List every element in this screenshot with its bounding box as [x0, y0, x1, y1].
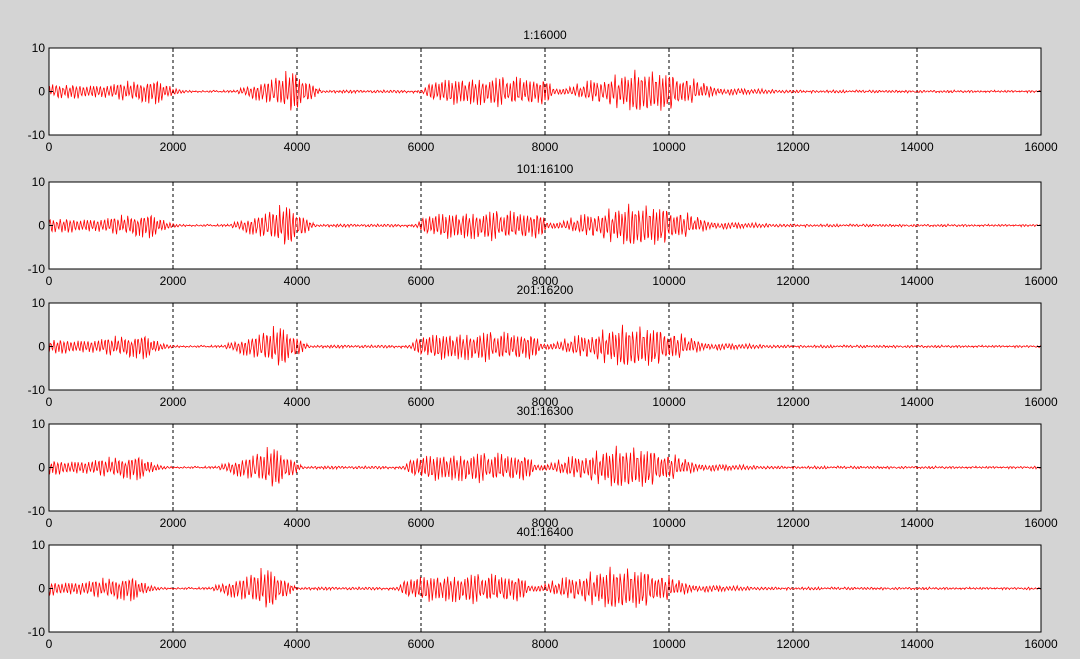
x-tick-label: 10000: [652, 637, 686, 651]
y-tick-label: 0: [38, 340, 45, 354]
y-tick-label: 0: [38, 461, 45, 475]
x-tick-label: 12000: [776, 274, 810, 288]
y-tick-label: -10: [28, 504, 46, 518]
y-tick-label: 10: [32, 296, 46, 310]
x-tick-label: 16000: [1024, 637, 1058, 651]
x-tick-label: 12000: [776, 395, 810, 409]
x-tick-label: 6000: [408, 140, 435, 154]
x-tick-label: 0: [46, 637, 53, 651]
subplot-title: 401:16400: [517, 525, 574, 539]
subplot-title: 201:16200: [517, 283, 574, 297]
y-tick-label: 0: [38, 219, 45, 233]
y-tick-label: -10: [28, 262, 46, 276]
x-tick-label: 4000: [284, 516, 311, 530]
x-tick-label: 14000: [900, 637, 934, 651]
x-tick-label: 14000: [900, 140, 934, 154]
x-tick-label: 2000: [160, 395, 187, 409]
x-tick-label: 2000: [160, 637, 187, 651]
x-tick-label: 2000: [160, 516, 187, 530]
y-tick-label: -10: [28, 128, 46, 142]
x-tick-label: 0: [46, 274, 53, 288]
x-tick-label: 4000: [284, 140, 311, 154]
subplot-title: 1:16000: [523, 28, 567, 42]
x-tick-label: 4000: [284, 395, 311, 409]
x-tick-label: 12000: [776, 637, 810, 651]
x-tick-label: 16000: [1024, 274, 1058, 288]
y-tick-label: 0: [38, 85, 45, 99]
x-tick-label: 8000: [532, 140, 559, 154]
x-tick-label: 16000: [1024, 395, 1058, 409]
y-tick-label: 10: [32, 175, 46, 189]
waveform-figure: 0 2000 4000 6000 8000 10000 12000 14000 16000-10…: [0, 0, 1080, 659]
x-tick-label: 6000: [408, 516, 435, 530]
x-tick-label: 6000: [408, 637, 435, 651]
y-tick-label: 10: [32, 538, 46, 552]
y-tick-label: 0: [38, 582, 45, 596]
subplot-title: 101:16100: [517, 162, 574, 176]
y-tick-label: 10: [32, 417, 46, 431]
x-tick-label: 0: [46, 140, 53, 154]
y-tick-label: 10: [32, 41, 46, 55]
x-tick-label: 16000: [1024, 516, 1058, 530]
x-tick-label: 10000: [652, 395, 686, 409]
x-tick-label: 6000: [408, 395, 435, 409]
x-tick-label: 4000: [284, 274, 311, 288]
x-tick-label: 4000: [284, 637, 311, 651]
y-tick-label: -10: [28, 383, 46, 397]
x-tick-label: 12000: [776, 516, 810, 530]
y-tick-label: -10: [28, 625, 46, 639]
x-tick-label: 16000: [1024, 140, 1058, 154]
x-tick-label: 2000: [160, 274, 187, 288]
x-tick-label: 10000: [652, 516, 686, 530]
x-tick-label: 14000: [900, 395, 934, 409]
x-tick-label: 10000: [652, 140, 686, 154]
x-tick-label: 2000: [160, 140, 187, 154]
x-tick-label: 12000: [776, 140, 810, 154]
subplot-title: 301:16300: [517, 404, 574, 418]
x-tick-label: 8000: [532, 637, 559, 651]
x-tick-label: 14000: [900, 516, 934, 530]
x-tick-label: 0: [46, 395, 53, 409]
x-tick-label: 10000: [652, 274, 686, 288]
x-tick-label: 14000: [900, 274, 934, 288]
x-tick-label: 6000: [408, 274, 435, 288]
x-tick-label: 0: [46, 516, 53, 530]
